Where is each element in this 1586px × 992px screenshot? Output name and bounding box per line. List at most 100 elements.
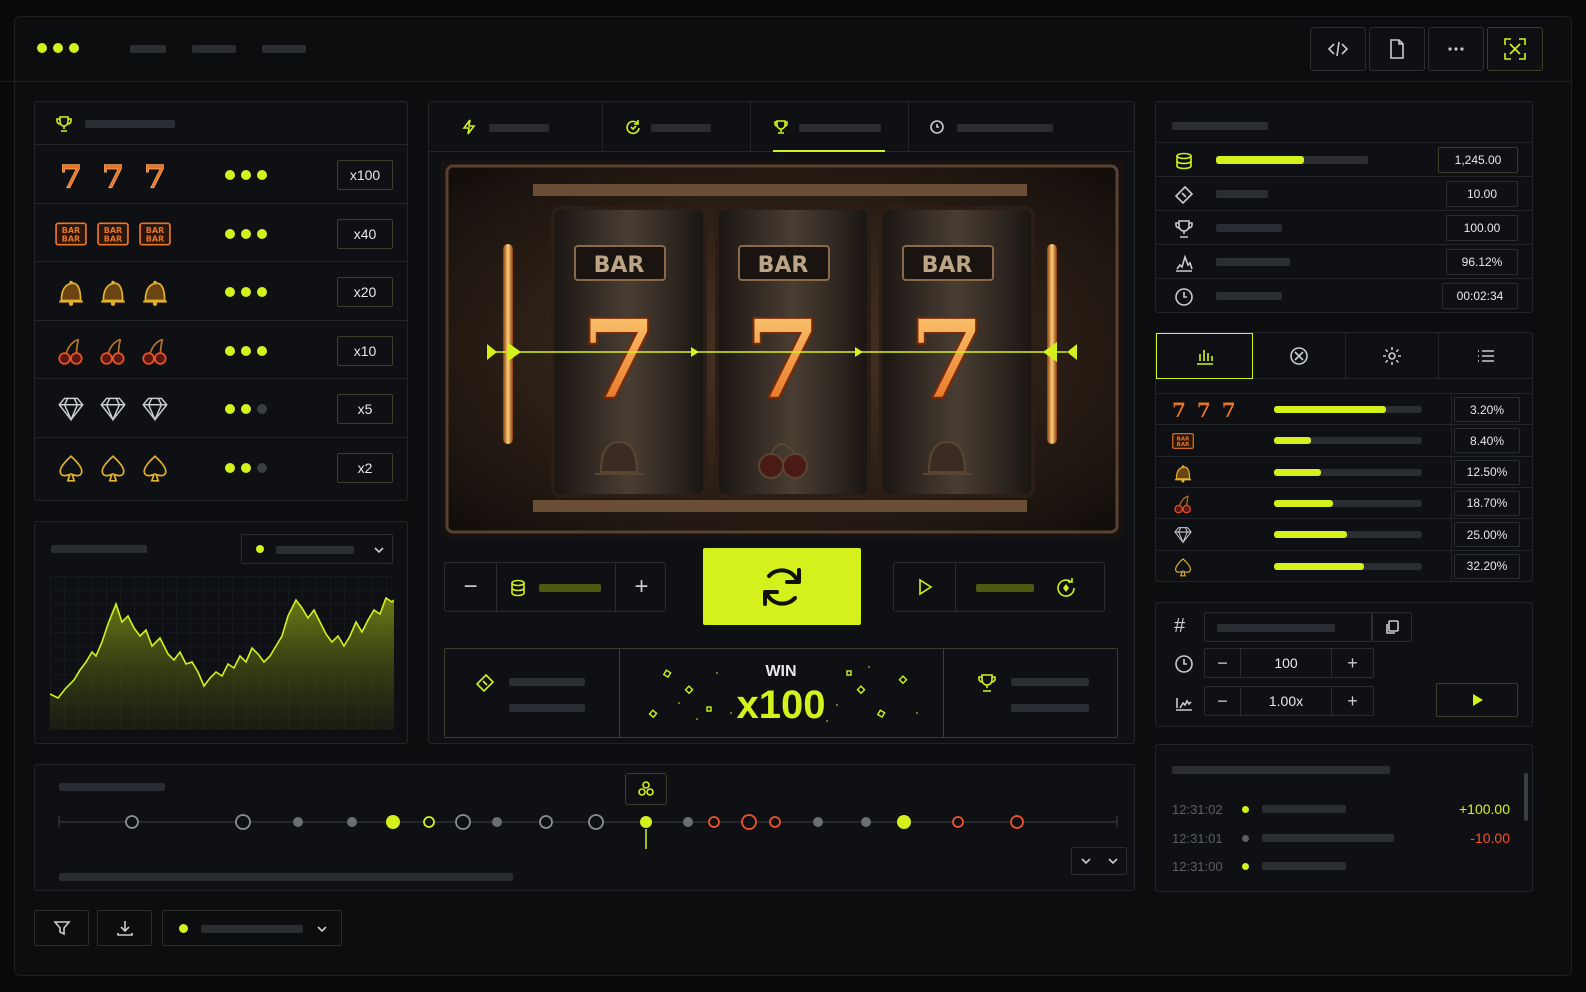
tab-history[interactable] [909,102,1134,152]
seven-symbol-icon: 7 [97,159,129,191]
tab-settings[interactable] [1346,333,1439,379]
timeline-result-marker[interactable] [952,816,964,828]
timeline-result-marker[interactable] [640,816,652,828]
download-button[interactable] [97,910,152,946]
seed-input[interactable] [1204,612,1372,642]
autoplay-start-button[interactable] [1436,683,1518,717]
status-dot [1242,863,1249,870]
timeline-result-marker[interactable] [235,814,251,830]
window-dot[interactable] [37,43,47,53]
trophy-icon [1175,220,1193,238]
multiplier-decrease-button[interactable]: − [1205,687,1241,715]
history-row[interactable]: 12:31:00 [1156,854,1516,878]
spins-increase-button[interactable]: + [1331,649,1373,677]
timeline-result-marker[interactable] [293,817,303,827]
history-row[interactable]: 12:31:01 -10.00 [1156,826,1516,850]
svg-text:BAR: BAR [1177,437,1190,443]
payline-dot [225,287,235,298]
timeline-result-marker[interactable] [683,817,693,827]
bet-increase-button[interactable]: + [615,563,667,611]
window-dot[interactable] [53,43,63,53]
probability-row: 12.50% [1156,455,1532,489]
window-dot[interactable] [69,43,79,53]
nav-placeholder[interactable] [262,45,306,53]
history-row[interactable]: 12:31:02 +100.00 [1156,797,1516,821]
multiplier-value[interactable]: 1.00x [1241,687,1331,715]
multiplier-increase-button[interactable]: + [1331,687,1373,715]
timeline-result-marker[interactable] [588,814,604,830]
svg-text:BAR: BAR [146,234,164,243]
payline-dot [225,463,235,473]
tab-auto[interactable] [603,102,751,152]
analytics-tab-bar [1156,333,1532,379]
nav-placeholder[interactable] [130,45,166,53]
bell-symbol-icon [1172,462,1194,489]
autoplay-panel: # − 100 + − 1.00x + [1155,602,1533,727]
payline-dot [257,228,267,239]
reel-bar-label: BAR [594,253,645,278]
timeline-result-marker[interactable] [492,817,502,827]
more-button[interactable] [1428,27,1484,71]
bet-value: 10.00 [1446,181,1518,207]
timeline-marker-tooltip[interactable] [625,773,667,805]
payline-dot [257,404,267,415]
diamond-symbol-icon [1172,524,1194,551]
tab-chart[interactable] [1156,333,1253,379]
play-button[interactable] [894,563,956,611]
paytable-row: BAR BAR BAR BAR BAR BAR x40 [35,202,407,262]
bet-decrease-button[interactable]: − [445,563,497,611]
timeline-result-marker[interactable] [423,816,435,828]
paytable-row: x20 [35,261,407,320]
timeline-result-marker[interactable] [861,817,871,827]
bar-chart-icon [1196,350,1213,365]
timeline-result-marker[interactable] [1010,815,1024,829]
spin-button[interactable] [703,548,861,625]
tab-quick[interactable] [429,102,603,152]
spins-value[interactable]: 100 [1241,649,1331,677]
result-timeline [58,814,1118,849]
tab-paytable[interactable] [751,102,909,152]
timeline-result-marker[interactable] [813,817,823,827]
auto-spin-icon [1057,578,1075,597]
svg-text:BAR: BAR [62,234,80,243]
svg-text:7: 7 [144,159,166,191]
code-button[interactable] [1310,27,1366,71]
payline-dot [241,463,251,473]
tab-cancel[interactable] [1253,333,1346,379]
timeline-result-marker[interactable] [741,814,757,830]
timeline-expand-button[interactable] [1071,847,1127,875]
nav-placeholder[interactable] [192,45,236,53]
timeline-result-marker[interactable] [455,814,471,830]
tab-list[interactable] [1439,333,1532,379]
diamond-symbol-icon [55,393,87,425]
copy-button[interactable] [1372,612,1412,642]
win-label: WIN [765,663,797,680]
stat-rtp: 96.12% [1156,244,1532,278]
filter-button[interactable] [34,910,89,946]
payline-dot [225,228,235,239]
chart-filter-select[interactable] [241,534,393,564]
trophy-icon [56,116,72,132]
timeline-result-marker[interactable] [708,816,720,828]
timeline-result-marker[interactable] [769,816,781,828]
diamond-symbol-icon [97,393,129,425]
seven-symbol-icon: 7 [55,159,87,191]
hash-symbol: # [1174,615,1186,637]
timeline-result-marker[interactable] [539,815,553,829]
stat-bet: 10.00 [1156,176,1532,210]
fullscreen-button[interactable] [1487,27,1543,71]
timeline-result-marker[interactable] [125,815,139,829]
payline-dot [257,345,267,356]
stat-time: 00:02:34 [1156,278,1532,312]
stat-balance: 1,245.00 [1156,142,1532,176]
payout-multiplier: x40 [337,218,393,249]
timeline-result-marker[interactable] [897,815,911,829]
view-select[interactable] [162,910,342,946]
spins-decrease-button[interactable]: − [1205,649,1241,677]
file-button[interactable] [1369,27,1425,71]
slot-machine-reels: BAR BAR BAR 7 7 7 [441,160,1123,538]
timeline-result-marker[interactable] [386,815,400,829]
timeline-result-marker[interactable] [347,817,357,827]
scrollbar[interactable] [1524,773,1528,821]
probability-value: 25.00% [1454,522,1520,548]
